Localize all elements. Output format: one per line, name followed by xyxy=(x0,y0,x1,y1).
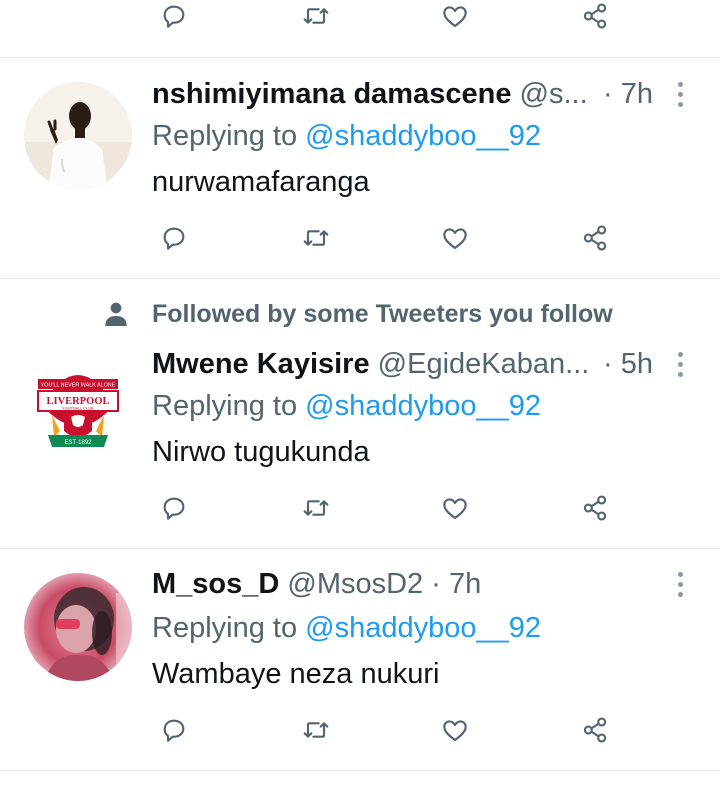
tweet-timestamp: · 5h xyxy=(603,346,663,382)
action-bar xyxy=(0,0,720,36)
share-icon xyxy=(583,717,607,743)
replying-prefix: Replying to xyxy=(152,612,298,644)
tweet-text: nurwamafaranga xyxy=(152,166,370,198)
like-button[interactable] xyxy=(435,710,475,750)
separator: · xyxy=(603,348,613,380)
tweet-timestamp: · 7h xyxy=(603,76,663,112)
avatar[interactable] xyxy=(24,573,132,681)
share-button[interactable] xyxy=(575,0,615,36)
replying-prefix: Replying to xyxy=(152,120,298,152)
tweet-header: Mwene Kayisire @EgideKaban... xyxy=(152,346,672,382)
replying-to: Replying to @shaddyboo__92 xyxy=(152,118,541,154)
replying-to: Replying to @shaddyboo__92 xyxy=(152,388,541,424)
share-icon xyxy=(583,495,607,521)
retweet-icon xyxy=(303,230,329,246)
crest-name: LIVERPOOL xyxy=(46,396,109,407)
like-icon xyxy=(443,498,467,520)
divider xyxy=(0,770,720,771)
separator: · xyxy=(431,568,441,600)
like-icon xyxy=(443,6,467,28)
like-button[interactable] xyxy=(435,488,475,528)
reply-icon xyxy=(163,497,185,520)
divider xyxy=(0,548,720,549)
action-bar xyxy=(0,488,720,528)
crest-est: EST·1892 xyxy=(64,440,92,446)
share-button[interactable] xyxy=(575,710,615,750)
share-icon xyxy=(583,3,607,29)
reply-icon xyxy=(163,5,185,28)
timestamp[interactable]: 7h xyxy=(449,568,481,600)
timestamp[interactable]: 5h xyxy=(621,348,653,380)
reply-icon xyxy=(163,719,185,742)
retweet-button[interactable] xyxy=(296,710,336,750)
replying-to: Replying to @shaddyboo__92 xyxy=(152,610,541,646)
user-handle[interactable]: @s... xyxy=(520,78,588,110)
like-button[interactable] xyxy=(435,0,475,36)
tweet-text: Wambaye neza nukuri xyxy=(152,658,440,690)
retweet-button[interactable] xyxy=(296,0,336,36)
crest-subtitle: FOOTBALL CLUB xyxy=(63,407,94,411)
more-options-icon[interactable] xyxy=(668,346,692,382)
display-name[interactable]: M_sos_D xyxy=(152,568,279,600)
like-button[interactable] xyxy=(435,218,475,258)
share-button[interactable] xyxy=(575,218,615,258)
tweet-header: M_sos_D @MsosD2 · 7h xyxy=(152,566,672,602)
replying-prefix: Replying to xyxy=(152,390,298,422)
display-name[interactable]: Mwene Kayisire xyxy=(152,348,370,380)
like-icon xyxy=(443,228,467,250)
user-handle[interactable]: @MsosD2 xyxy=(287,568,423,600)
social-context: Followed by some Tweeters you follow xyxy=(100,296,613,332)
mention-link[interactable]: @shaddyboo__92 xyxy=(305,612,541,644)
divider xyxy=(0,57,720,58)
action-bar xyxy=(0,710,720,750)
social-context-text: Followed by some Tweeters you follow xyxy=(152,299,613,328)
more-options-icon[interactable] xyxy=(668,76,692,112)
like-icon xyxy=(443,720,467,742)
timestamp[interactable]: 7h xyxy=(621,78,653,110)
crest-motto: YOU'LL NEVER WALK ALONE xyxy=(41,383,116,389)
reply-button[interactable] xyxy=(154,218,194,258)
mention-link[interactable]: @shaddyboo__92 xyxy=(305,390,541,422)
action-bar xyxy=(0,218,720,258)
mention-link[interactable]: @shaddyboo__92 xyxy=(305,120,541,152)
retweet-icon xyxy=(303,722,329,738)
tweet-text: Nirwo tugukunda xyxy=(152,436,370,468)
avatar[interactable] xyxy=(24,82,132,190)
more-options-icon[interactable] xyxy=(668,566,692,602)
retweet-icon xyxy=(303,8,329,24)
reply-icon xyxy=(163,227,185,250)
avatar[interactable]: YOU'LL NEVER WALK ALONE LIVERPOOL FOOTBA… xyxy=(24,351,132,459)
user-handle[interactable]: @EgideKaban... xyxy=(378,348,590,380)
share-icon xyxy=(583,225,607,251)
retweet-button[interactable] xyxy=(296,218,336,258)
display-name[interactable]: nshimiyimana damascene xyxy=(152,78,511,110)
retweet-icon xyxy=(303,500,329,516)
person-icon xyxy=(105,302,127,326)
divider xyxy=(0,278,720,279)
tweet-header: nshimiyimana damascene @s... xyxy=(152,76,672,112)
reply-button[interactable] xyxy=(154,710,194,750)
separator: · xyxy=(603,78,613,110)
reply-button[interactable] xyxy=(154,0,194,36)
retweet-button[interactable] xyxy=(296,488,336,528)
share-button[interactable] xyxy=(575,488,615,528)
reply-button[interactable] xyxy=(154,488,194,528)
